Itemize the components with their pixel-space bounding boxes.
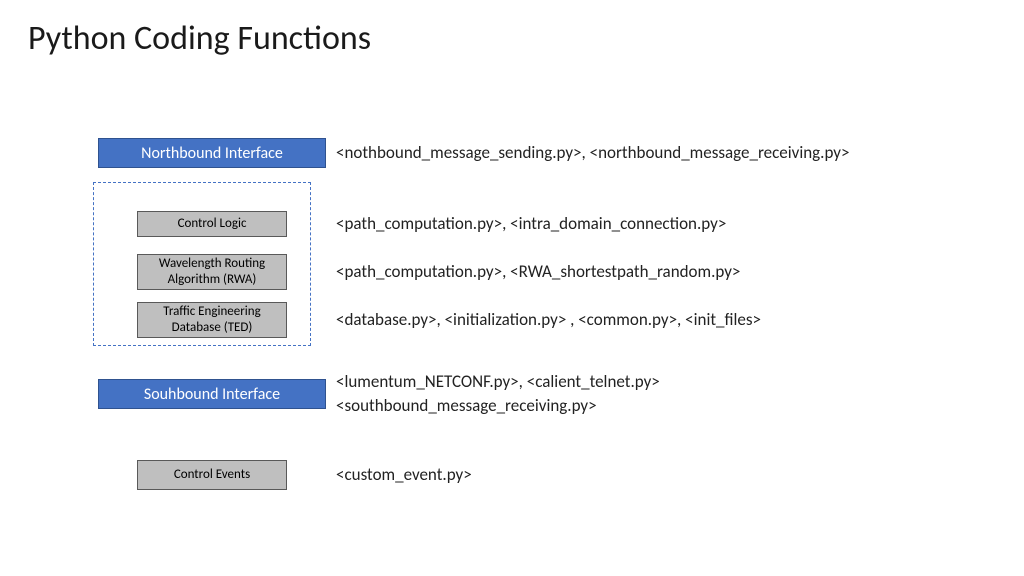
- control-logic-files-text: <path_computation.py>, <intra_domain_con…: [336, 212, 984, 236]
- ted-files-text: <database.py>, <initialization.py> , <co…: [336, 308, 984, 332]
- row-control-events: Control Events <custom_event.py>: [88, 460, 984, 490]
- slide-title: Python Coding Functions: [28, 18, 371, 59]
- northbound-files-text: <nothbound_message_sending.py>, <northbo…: [336, 141, 984, 165]
- southbound-files-line1: <lumentum_NETCONF.py>, <calient_telnet.p…: [336, 371, 660, 392]
- rwa-files-text: <path_computation.py>, <RWA_shortestpath…: [336, 260, 984, 284]
- row-northbound: Northbound Interface <nothbound_message_…: [88, 138, 984, 168]
- southbound-files-text: <lumentum_NETCONF.py>, <calient_telnet.p…: [336, 370, 984, 418]
- northbound-interface-box: Northbound Interface: [98, 138, 326, 168]
- southbound-files-line2: <southbound_message_receiving.py>: [336, 395, 597, 416]
- control-events-box: Control Events: [137, 460, 287, 490]
- southbound-interface-box: Souhbound Interface: [98, 379, 326, 409]
- control-events-files-text: <custom_event.py>: [336, 463, 984, 487]
- content-area: Northbound Interface <nothbound_message_…: [88, 138, 984, 490]
- dashed-group-box: [93, 182, 311, 346]
- row-southbound: Souhbound Interface <lumentum_NETCONF.py…: [88, 372, 984, 416]
